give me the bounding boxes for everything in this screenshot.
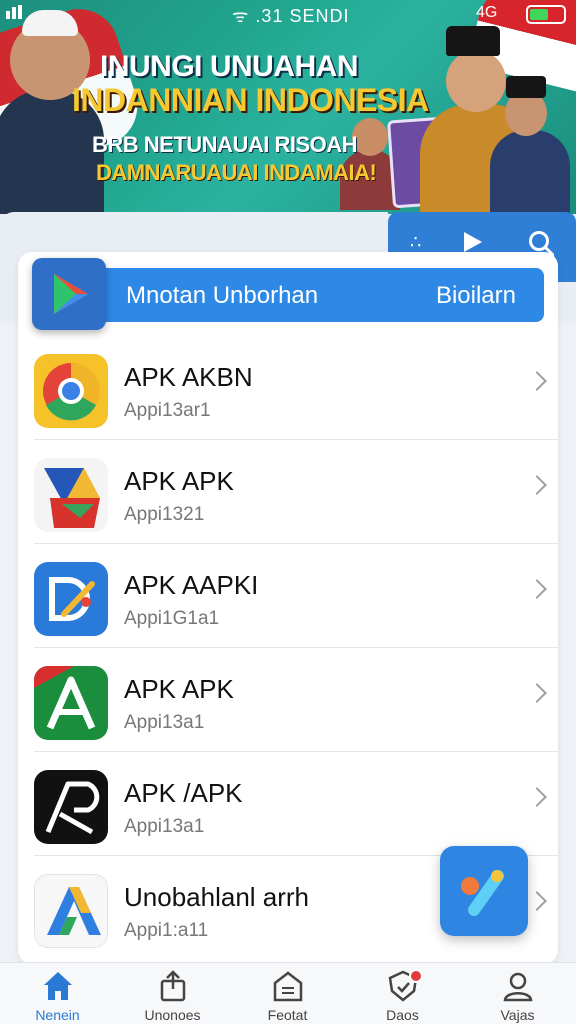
banner-peci bbox=[506, 76, 546, 98]
nav-label: Feotat bbox=[267, 1007, 308, 1023]
colorful-triangle-icon bbox=[34, 458, 108, 532]
user-icon bbox=[503, 972, 533, 1002]
status-time: ᯤ .31 SENDI bbox=[232, 6, 350, 26]
chevron-right-icon bbox=[527, 579, 547, 599]
status-bar: ᯤ .31 SENDI 4G bbox=[0, 0, 576, 30]
chrome-like-icon bbox=[34, 354, 108, 428]
app-title: APK APK bbox=[124, 466, 234, 496]
floating-action-button[interactable] bbox=[440, 846, 528, 936]
banner-person-face bbox=[446, 50, 506, 112]
app-title: Unobahlanl arrh bbox=[124, 882, 310, 912]
network-label: 4G bbox=[476, 4, 498, 21]
app-subtitle: Appi1G1a1 bbox=[124, 608, 220, 629]
nav-shield[interactable]: Daos bbox=[345, 963, 460, 1024]
play-store-icon[interactable] bbox=[32, 258, 106, 330]
blue-pen-icon bbox=[34, 562, 108, 636]
gradient-a-icon bbox=[34, 874, 108, 948]
green-a-icon bbox=[34, 666, 108, 740]
app-subtitle: Appi13ar1 bbox=[124, 400, 211, 421]
banner-subline: BRB NETUNAUAI RISOAH bbox=[92, 132, 358, 157]
app-title: APK AKBN bbox=[124, 362, 253, 392]
nav-label: Daos bbox=[386, 1007, 419, 1023]
banner-person-body bbox=[490, 130, 570, 214]
banner-headline-highlight: INDANNIAN INDONESIA bbox=[72, 82, 429, 118]
nav-label: Vajas bbox=[500, 1007, 535, 1023]
list-item[interactable]: APK APK Appi13a1 bbox=[18, 648, 558, 752]
banner-peci bbox=[446, 26, 500, 56]
nav-label: Unonoes bbox=[144, 1007, 201, 1023]
battery-icon bbox=[526, 5, 566, 24]
share-icon bbox=[160, 970, 186, 1002]
hero-title: Mnotan Unborhan bbox=[126, 282, 319, 309]
list-item[interactable]: APK APK Appi1321 bbox=[18, 440, 558, 544]
app-subtitle: Appi13a1 bbox=[124, 712, 205, 733]
nav-share[interactable]: Unonoes bbox=[115, 963, 230, 1024]
banner-person-face bbox=[352, 118, 388, 156]
app-title: APK AAPKI bbox=[124, 570, 259, 600]
hero-bar[interactable]: Mnotan Unborhan Bioilarn bbox=[34, 268, 544, 322]
home-icon bbox=[44, 972, 72, 1000]
bottom-navigation: Nenein Unonoes Feotat Daos Vajas bbox=[0, 962, 576, 1024]
nav-label: Nenein bbox=[35, 1007, 80, 1023]
app-subtitle: Appi1:a11 bbox=[124, 920, 209, 941]
chevron-right-icon bbox=[527, 683, 547, 703]
list-item[interactable]: APK AKBN Appi13ar1 bbox=[18, 336, 558, 440]
grid-dots-icon[interactable]: ∴ bbox=[410, 232, 421, 253]
black-a-icon bbox=[34, 770, 108, 844]
promo-banner[interactable]: INUNGI UNUAHAN INDANNIAN INDONESIA BRB N… bbox=[0, 0, 576, 214]
app-title: APK /APK bbox=[124, 778, 243, 808]
app-subtitle: Appi13a1 bbox=[124, 816, 205, 837]
document-icon bbox=[273, 971, 303, 1002]
chevron-right-icon bbox=[527, 475, 547, 495]
notification-badge bbox=[409, 969, 423, 983]
app-launcher-icon bbox=[461, 870, 504, 916]
nav-home[interactable]: Nenein bbox=[0, 963, 115, 1024]
hero-link[interactable]: Bioilarn bbox=[436, 282, 516, 310]
app-title: APK APK bbox=[124, 674, 234, 704]
banner-subline-highlight: DAMNARUAUAI INDAMAIA! bbox=[96, 160, 377, 185]
chevron-right-icon bbox=[527, 787, 547, 807]
nav-document[interactable]: Feotat bbox=[230, 963, 345, 1024]
chevron-right-icon bbox=[527, 891, 547, 911]
app-subtitle: Appi1321 bbox=[124, 504, 205, 525]
list-item[interactable]: APK /APK Appi13a1 bbox=[18, 752, 558, 856]
banner-headline: INUNGI UNUAHAN bbox=[100, 50, 359, 83]
list-item[interactable]: APK AAPKI Appi1G1a1 bbox=[18, 544, 558, 648]
nav-user[interactable]: Vajas bbox=[460, 963, 575, 1024]
play-icon[interactable] bbox=[464, 232, 482, 252]
chevron-right-icon bbox=[527, 371, 547, 391]
signal-icon bbox=[6, 5, 24, 19]
